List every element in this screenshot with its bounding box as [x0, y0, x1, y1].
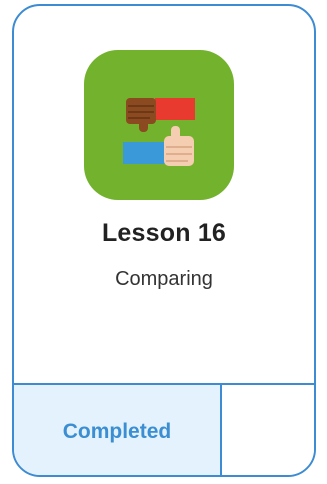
lesson-icon-tile — [84, 50, 234, 200]
status-label: Completed — [62, 420, 172, 443]
lesson-card[interactable]: Lesson 16 Comparing Completed — [12, 4, 316, 477]
lesson-title: Lesson 16 — [101, 219, 227, 247]
thumbs-up-thumbs-down-icon — [123, 98, 195, 166]
lesson-footer: Completed — [14, 383, 314, 475]
side-action-cell[interactable] — [222, 385, 314, 475]
status-cell[interactable]: Completed — [14, 385, 222, 475]
lesson-subtitle: Comparing — [115, 268, 213, 290]
